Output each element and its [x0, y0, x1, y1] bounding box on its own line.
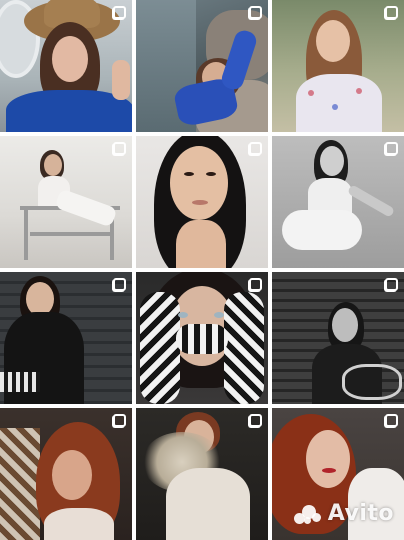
photo-blinds-woman[interactable]: [272, 272, 404, 404]
photo-hat-woman[interactable]: [0, 0, 132, 132]
photo-grid: [0, 0, 404, 540]
multi-photo-icon: [384, 278, 398, 292]
photo-leather-coat-woman[interactable]: [0, 272, 132, 404]
photo-floral-woman[interactable]: [272, 0, 404, 132]
photo-red-hair-woman[interactable]: [0, 408, 132, 540]
avito-logo-icon: [293, 503, 324, 525]
photo-dried-flowers-woman[interactable]: [136, 408, 268, 540]
multi-photo-icon: [112, 414, 126, 428]
multi-photo-icon: [112, 6, 126, 20]
multi-photo-icon: [112, 142, 126, 156]
multi-photo-icon: [248, 414, 262, 428]
photo-chair-woman[interactable]: [0, 136, 132, 268]
multi-photo-icon: [248, 278, 262, 292]
multi-photo-icon: [248, 142, 262, 156]
watermark-text: Avito: [327, 501, 394, 526]
multi-photo-icon: [248, 6, 262, 20]
photo-rocks-woman[interactable]: [136, 0, 268, 132]
photo-bw-sitting-woman[interactable]: [272, 136, 404, 268]
photo-zebra-hands-woman[interactable]: [136, 272, 268, 404]
multi-photo-icon: [384, 142, 398, 156]
photo-portrait-woman[interactable]: [136, 136, 268, 268]
multi-photo-icon: [384, 414, 398, 428]
multi-photo-icon: [112, 278, 126, 292]
avito-watermark: Avito: [293, 501, 394, 526]
multi-photo-icon: [384, 6, 398, 20]
